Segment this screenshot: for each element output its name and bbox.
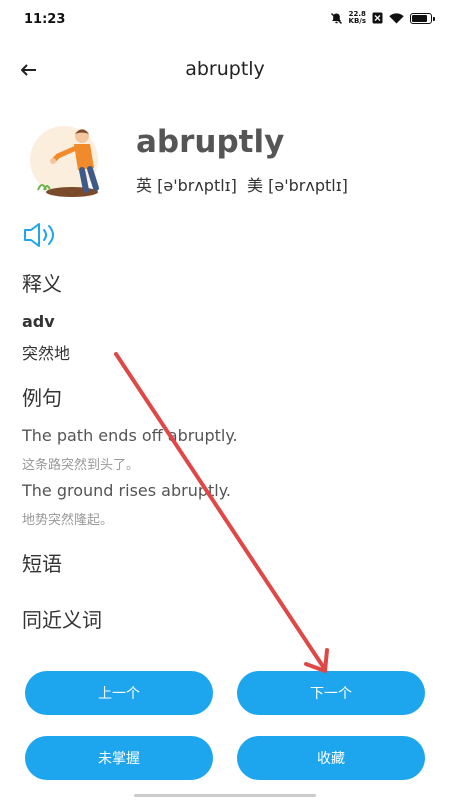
example-en: The path ends off abruptly. (22, 426, 238, 445)
status-time: 11:23 (24, 12, 66, 27)
phonetic-us-label: 美 (247, 176, 264, 195)
sim-card-icon (372, 12, 383, 24)
phonetic-us: [ə'brʌptlɪ] (268, 176, 348, 195)
net-speed: 22.8 KB/s (349, 11, 366, 25)
section-title-examples: 例句 (22, 386, 62, 410)
example-zh: 这条路突然到头了。 (22, 458, 140, 473)
phonetic-uk: [ə'brʌptlɪ] (157, 176, 237, 195)
previous-word-button[interactable]: 上一个 (25, 671, 213, 715)
home-indicator (134, 794, 316, 797)
next-word-button[interactable]: 下一个 (237, 671, 425, 715)
status-icons: 22.8 KB/s (330, 11, 435, 25)
not-mastered-button[interactable]: 未掌握 (25, 736, 213, 780)
status-bar: 11:23 22.8 KB/s (0, 0, 450, 40)
top-app-bar: abruptly (0, 48, 450, 92)
section-title-meaning: 释义 (22, 272, 62, 296)
example-zh: 地势突然隆起。 (22, 513, 114, 528)
part-of-speech: adv (22, 312, 55, 331)
phonetic-uk-label: 英 (136, 176, 153, 195)
battery-icon (410, 12, 435, 24)
page-title: abruptly (185, 58, 265, 80)
battery-level (412, 14, 427, 22)
word-illustration (30, 126, 99, 197)
definition-text: 突然地 (22, 344, 71, 363)
wifi-icon (389, 12, 404, 23)
section-title-phrases: 短语 (22, 552, 62, 576)
headword: abruptly (136, 124, 285, 160)
favorite-button[interactable]: 收藏 (237, 736, 425, 780)
speaker-icon (24, 223, 54, 247)
section-title-synonyms: 同近义词 (22, 608, 102, 632)
mute-icon (330, 12, 342, 24)
example-en: The ground rises abruptly. (22, 481, 231, 500)
net-speed-unit: KB/s (348, 17, 366, 25)
pronounce-button[interactable] (22, 220, 58, 250)
phonetics: 英 [ə'brʌptlɪ] 美 [ə'brʌptlɪ] (136, 172, 348, 196)
